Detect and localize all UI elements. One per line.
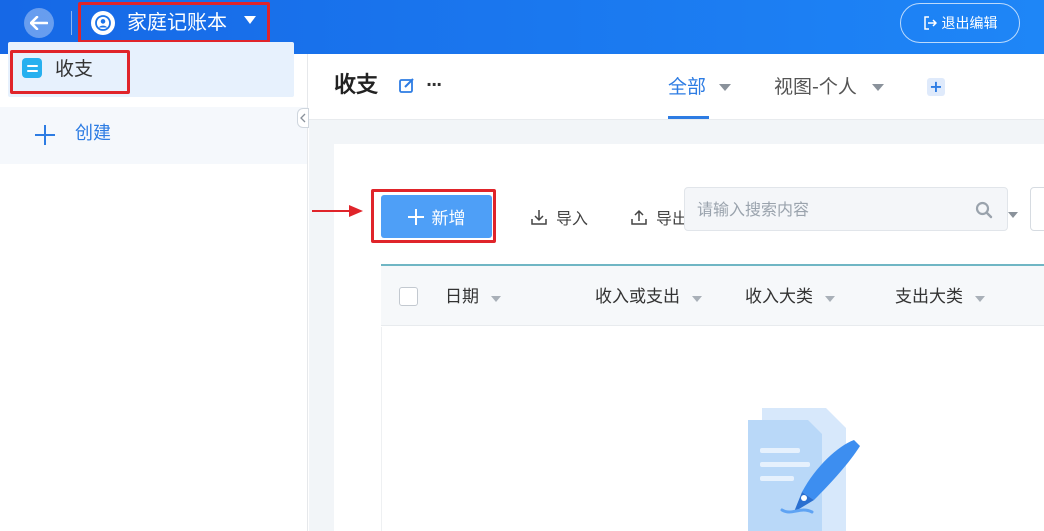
form-list-icon: [22, 58, 42, 78]
plus-icon: [407, 208, 424, 225]
caret-down-icon[interactable]: [692, 295, 702, 302]
sidebar-item-label[interactable]: 收支: [55, 57, 93, 81]
export-button[interactable]: 导出: [630, 205, 686, 229]
column-header-label: 收入大类: [745, 287, 813, 307]
exit-edit-button[interactable]: 退出编辑: [900, 3, 1020, 43]
empty-state-document-icon: [748, 408, 860, 531]
add-view-button[interactable]: +: [927, 78, 945, 96]
import-label: 导入: [556, 209, 589, 228]
column-header-label: 日期: [445, 287, 479, 307]
caret-down-icon[interactable]: [825, 295, 835, 302]
tab-all[interactable]: 全部: [668, 74, 706, 100]
column-header-label: 收入或支出: [595, 287, 680, 307]
filter-button[interactable]: [1030, 187, 1044, 231]
app-user-icon: [91, 11, 115, 35]
topbar-divider: [71, 11, 72, 35]
sidebar-create-label[interactable]: 创建: [75, 122, 111, 146]
column-header-type[interactable]: 收入或支出: [595, 285, 702, 309]
caret-down-icon[interactable]: [975, 295, 985, 302]
plus-icon: [35, 125, 55, 145]
export-label: 导出: [656, 209, 686, 228]
column-header-label: 支出大类: [895, 287, 963, 307]
caret-down-icon[interactable]: [719, 84, 731, 91]
add-record-button[interactable]: 新增: [381, 195, 492, 238]
column-header-date[interactable]: 日期: [445, 285, 501, 309]
back-button[interactable]: [24, 8, 54, 38]
exit-edit-label: 退出编辑: [941, 16, 998, 32]
caret-down-icon[interactable]: [491, 295, 501, 302]
arrow-left-icon: [30, 16, 48, 30]
more-icon[interactable]: ···: [426, 77, 444, 93]
upload-icon: [631, 209, 647, 225]
caret-down-icon[interactable]: [1008, 212, 1018, 218]
annotation-arrow-head: [349, 205, 363, 217]
search-icon[interactable]: [975, 201, 993, 219]
tab-view-personal[interactable]: 视图-个人: [774, 74, 857, 100]
download-icon: [531, 210, 547, 225]
import-button[interactable]: 导入: [530, 205, 588, 229]
edit-icon[interactable]: [398, 77, 416, 95]
column-header-expense-category[interactable]: 支出大类: [895, 285, 985, 309]
app-title[interactable]: 家庭记账本: [127, 8, 227, 36]
table-body: [381, 327, 1044, 531]
chevron-left-icon: [300, 113, 306, 123]
page-title: 收支: [334, 73, 379, 98]
column-header-income-category[interactable]: 收入大类: [745, 285, 835, 309]
select-all-checkbox[interactable]: [399, 287, 418, 306]
search-input[interactable]: [697, 188, 967, 230]
caret-down-icon[interactable]: [872, 84, 884, 91]
sidebar-collapse-button[interactable]: [297, 108, 309, 128]
add-record-label: 新增: [431, 209, 466, 229]
exit-icon: [923, 16, 937, 30]
caret-down-icon[interactable]: [244, 16, 256, 24]
annotation-arrow: [312, 210, 352, 212]
search-box: [684, 187, 1008, 231]
